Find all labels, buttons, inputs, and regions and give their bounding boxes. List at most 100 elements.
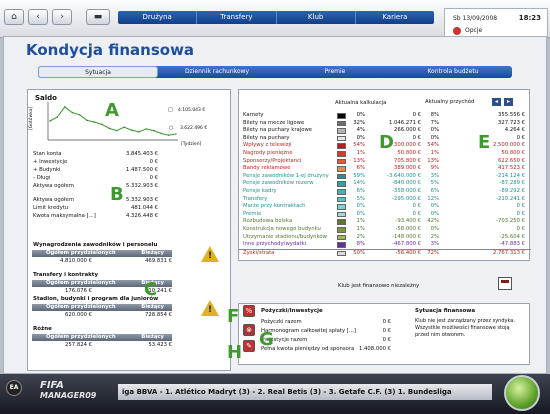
calc-value-revenue: 355.556 € [498, 112, 525, 118]
chart-xlabel: [Tydzień] [181, 142, 202, 147]
saldo-point [167, 134, 170, 136]
summary-row: Aktywa ogółem 5.332.903 € [33, 182, 158, 190]
calc-row: Inne przychody/wydatki 8% -467.800 € 3% -47.… [239, 241, 531, 249]
calc-percent-current: 32% [353, 119, 365, 126]
budget-header-bar: Ogółem przydzielonych Bieżący [32, 334, 172, 341]
tab-sytuacja[interactable]: Sytuacja [38, 66, 158, 78]
calc-row: Zyski/strata 50% -56.400 € 72% 2.767.313 € [239, 248, 531, 257]
calc-row-label: Konstrukcja nowego budynku [243, 226, 321, 232]
options-button[interactable]: Opcje [465, 27, 482, 34]
club-status-text: Klub jest finansowo niezależny [338, 283, 420, 289]
calc-row-label: Zyski/strata [243, 249, 275, 256]
calc-percent-revenue: 0% [430, 210, 439, 217]
loan-row: Inwestycje razem 0 € [261, 336, 391, 344]
menu-kariera[interactable]: Kariera [356, 11, 434, 24]
loan-label: Harmonogram całkowitej spłaty [...] [261, 328, 356, 334]
calc-row: Pensje zawodników rezerw 14% -840.000 € 5% -… [239, 180, 531, 188]
calc-row-label: Karnety [243, 112, 264, 118]
prev-arrow-icon[interactable]: ◂ [492, 98, 501, 106]
tab-premie[interactable]: Premie [276, 66, 394, 78]
loan-row: Pełna kwota pieniędzy od sponsora 1.408.0… [261, 345, 391, 353]
menu-klub[interactable]: Klub [277, 11, 356, 24]
loan-icon[interactable]: ⊗ [243, 324, 255, 336]
main-panel: Kondycja finansowa Sytuacja Dziennik rac… [3, 36, 547, 374]
overlay-letter-f: F [227, 306, 240, 327]
continue-button[interactable] [504, 375, 540, 411]
sponsor-icon[interactable]: ✎ [243, 340, 255, 352]
budget-current-value: 53.423 € [148, 342, 172, 348]
menu-druzyna[interactable]: Drużyna [118, 11, 198, 24]
calc-row-label: Inne przychody/wydatki [243, 241, 307, 248]
calc-row-label: Nagrody pieniężne [243, 150, 293, 156]
budget-header-allocated: Ogółem przydzielonych [46, 334, 116, 340]
fin-status-text: Klub nie jest zarządzany przez syndyka. … [415, 318, 515, 338]
calc-value-current: 266.000 € [394, 127, 421, 134]
overlay-letter-c: C [144, 279, 158, 300]
menu-transfery[interactable]: Transfery [197, 11, 277, 24]
summary-value: 0 € [149, 159, 158, 165]
news-ticker[interactable]: iga BBVA - 1. Atlético Madryt (3) - 2. R… [118, 384, 492, 400]
back-button[interactable]: ‹ [28, 9, 48, 25]
calc-value-current: -358.000 € [392, 188, 421, 194]
summary-label: Kwota maksymalna [...] [33, 213, 96, 219]
budget-header-bar: Ogółem przydzielonych Bieżący [32, 250, 172, 257]
calc-percent-revenue: 5% [430, 180, 439, 187]
loan-value: 0 € [382, 319, 391, 325]
overlay-letter-e: E [478, 132, 491, 153]
saldo-point [130, 129, 133, 131]
date-time-box: Sb 13/09/2008 18:23 Opcje [444, 8, 548, 38]
summary-value: 481.044 € [131, 205, 158, 211]
calc-swatch [337, 113, 346, 119]
summary-value: 0 € [149, 175, 158, 181]
calc-value-current: 1.046.271 € [388, 119, 421, 126]
calc-percent-current: 54% [353, 142, 365, 149]
summary-label: Stan konta [33, 151, 62, 157]
calc-value-revenue: -47.883 € [499, 241, 526, 248]
calc-row-label: Transfery [243, 195, 268, 202]
page-title: Kondycja finansowa [26, 41, 195, 59]
forward-button[interactable]: › [52, 9, 72, 25]
date-label: Sb 13/09/2008 [453, 15, 498, 22]
calc-col1-header: Aktualna kalkulacja [335, 100, 387, 106]
calc-percent-current: 59% [353, 172, 365, 179]
next-arrow-icon[interactable]: ▸ [504, 98, 513, 106]
home-button[interactable]: ⌂ [4, 9, 24, 25]
calc-value-revenue: 0 € [516, 210, 525, 217]
calculator-icon[interactable] [498, 277, 512, 290]
budget-header-current: Bieżący [141, 304, 164, 310]
calc-value-revenue: -25.604 € [499, 233, 526, 240]
percent-icon[interactable]: % [243, 305, 255, 317]
calc-swatch [337, 189, 346, 195]
saldo-point [145, 128, 148, 130]
calc-swatch [337, 135, 346, 142]
time-label: 18:23 [518, 14, 541, 22]
calc-row-label: Marże przy kontraktach [243, 203, 306, 210]
budget-current-value: 469.831 € [145, 258, 172, 264]
calc-row-label: Bandy reklamowe [243, 165, 291, 172]
budget-header-allocated: Ogółem przydzielonych [46, 250, 116, 256]
menu-button[interactable]: ▬ [86, 9, 110, 25]
calc-percent-revenue: 6% [430, 188, 439, 194]
calc-row: Pensje kadry 6% -358.000 € 6% -89.292 € [239, 188, 531, 196]
options-icon[interactable] [453, 27, 461, 35]
saldo-point [153, 129, 155, 132]
summary-label: Aktywa ogółem [33, 197, 74, 203]
calc-swatch [337, 227, 346, 233]
saldo-point [160, 132, 162, 135]
summary-value: 5.332.903 € [125, 197, 158, 203]
calc-percent-revenue: 0% [430, 203, 439, 210]
tab-dziennik[interactable]: Dziennik rachunkowy [158, 66, 276, 78]
tab-kontrola[interactable]: Kontrola budżetu [394, 66, 512, 78]
saldo-point [78, 114, 81, 116]
calc-percent-current: 1% [356, 218, 365, 225]
calc-row: Marże przy kontraktach 0% 0 € 0% 0 € [239, 203, 531, 211]
calc-value-current: 705.800 € [394, 157, 421, 164]
loan-value: 1.408.000 € [358, 346, 391, 352]
calc-percent-current: 5% [356, 195, 365, 202]
budget-allocated-value: 176.076 € [65, 288, 92, 294]
calc-row-label: Utrzymanie stadionu/budynków [243, 233, 327, 240]
summary-value: 5.332.903 € [125, 183, 158, 189]
calc-row: Konstrukcja nowego budynku 1% -58.000 € 0% 0… [239, 226, 531, 234]
calc-value-revenue: -214.124 € [496, 172, 525, 179]
summary-value: 3.845.403 € [125, 151, 158, 157]
